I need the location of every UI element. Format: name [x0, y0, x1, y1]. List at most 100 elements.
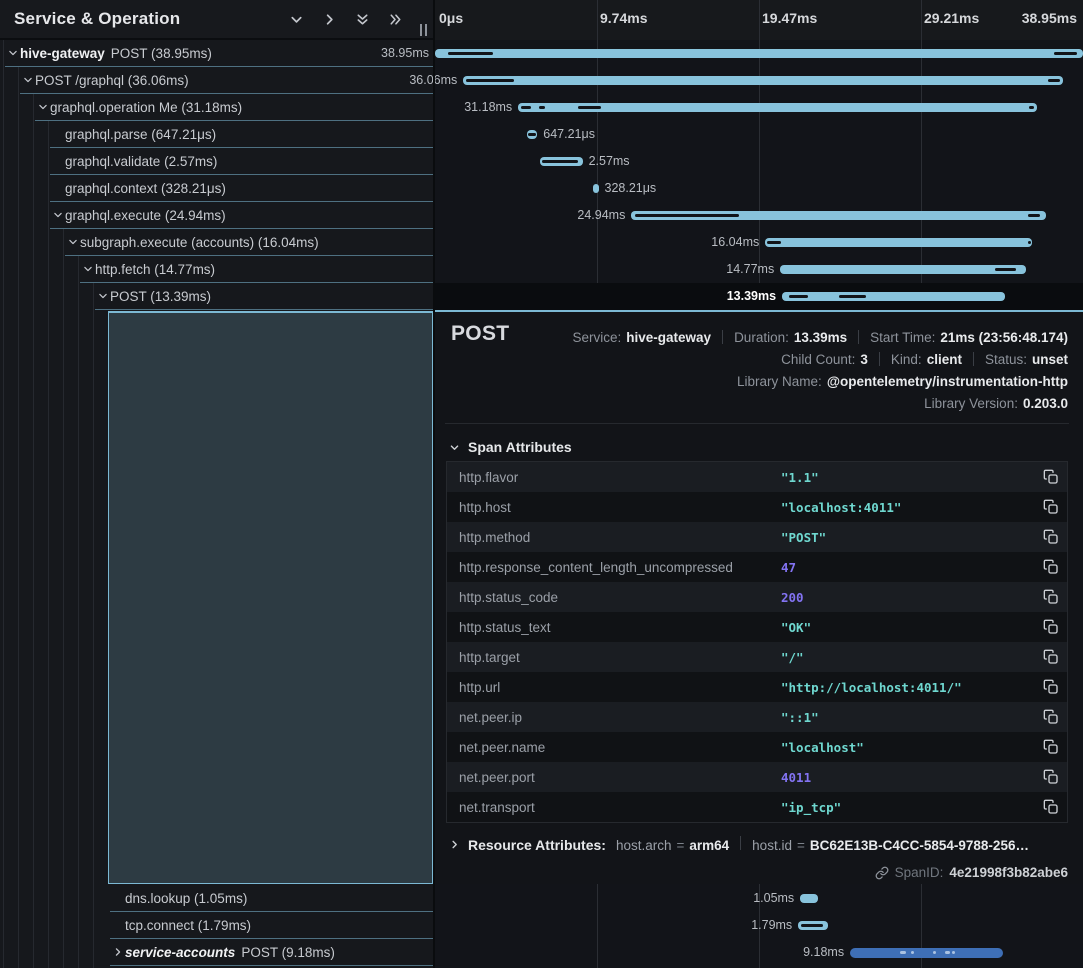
chevron-down-icon[interactable]: [20, 75, 35, 85]
chevron-down-icon[interactable]: [80, 264, 95, 274]
expand-one-icon[interactable]: [321, 11, 337, 27]
tree-row-post[interactable]: hive-gateway POST (38.95ms): [0, 40, 433, 67]
copy-icon[interactable]: [1043, 589, 1059, 605]
chevron-down-icon[interactable]: [65, 237, 80, 247]
tree-row-post-graphql[interactable]: POST /graphql (36.06ms): [0, 67, 433, 94]
span-bar[interactable]: [850, 948, 1003, 958]
tree-row-dns-lookup[interactable]: dns.lookup (1.05ms): [0, 885, 433, 912]
chevron-down-icon[interactable]: [35, 102, 50, 112]
resource-value: BC62E13B-C4CC-5854-9788-256…: [810, 838, 1029, 853]
attribute-row: http.flavor"1.1": [447, 462, 1067, 492]
expand-all-icon[interactable]: [387, 11, 403, 27]
operation-name: POST (38.95ms): [111, 46, 212, 61]
service-name: hive-gateway: [20, 46, 105, 61]
copy-icon[interactable]: [1043, 739, 1059, 755]
span-duration-label: 1.05ms: [753, 891, 794, 905]
tree-row-post[interactable]: POST (13.39ms): [0, 283, 433, 310]
copy-icon[interactable]: [1043, 499, 1059, 515]
meta-label: Duration:: [734, 330, 789, 345]
meta-value: 21ms (23:56:48.174): [940, 330, 1068, 345]
operation-name: graphql.execute (24.94ms): [65, 208, 226, 223]
span-bar[interactable]: [518, 103, 1037, 112]
attribute-row: net.peer.name"localhost": [447, 732, 1067, 762]
attribute-value: "POST": [781, 530, 826, 545]
chevron-down-icon[interactable]: [5, 48, 20, 58]
span-duration-label: 24.94ms: [577, 208, 625, 222]
span-detail-meta: Service:hive-gatewayDuration:13.39msStar…: [572, 326, 1068, 414]
span-bar[interactable]: [540, 157, 583, 166]
chevron-down-icon[interactable]: [50, 210, 65, 220]
copy-icon[interactable]: [1043, 709, 1059, 725]
collapse-one-icon[interactable]: [288, 11, 304, 27]
resource-key: host.arch: [616, 838, 672, 853]
tree-row-graphql-execute[interactable]: graphql.execute (24.94ms): [0, 202, 433, 229]
attribute-key: http.target: [447, 650, 781, 665]
copy-icon[interactable]: [1043, 679, 1059, 695]
copy-icon[interactable]: [1043, 769, 1059, 785]
span-bar[interactable]: [463, 76, 1063, 85]
span-duration-label: 9.18ms: [803, 945, 844, 959]
span-bar[interactable]: [782, 292, 1005, 301]
resource-attributes-row[interactable]: Resource Attributes: host.arch=arm64host…: [449, 836, 1029, 853]
detail-meta-line: Service:hive-gatewayDuration:13.39msStar…: [572, 326, 1068, 348]
copy-icon[interactable]: [1043, 799, 1059, 815]
copy-icon[interactable]: [1043, 529, 1059, 545]
resource-attributes-pairs: host.arch=arm64host.id=BC62E13B-C4CC-585…: [616, 836, 1029, 853]
copy-icon[interactable]: [1043, 469, 1059, 485]
span-bar[interactable]: [435, 49, 1083, 58]
span-bar[interactable]: [780, 265, 1026, 274]
service-operation-panel: hive-gateway POST (38.95ms) POST /graphql …: [0, 0, 433, 968]
meta-value: @opentelemetry/instrumentation-http: [827, 374, 1068, 389]
tree-row-graphql-parse[interactable]: graphql.parse (647.21μs): [0, 121, 433, 148]
resource-attributes-title: Resource Attributes:: [468, 837, 606, 853]
tree-row-post[interactable]: service-accountsPOST (9.18ms): [0, 939, 433, 966]
tree-row-graphql-operation-me[interactable]: graphql.operation Me (31.18ms): [0, 94, 433, 121]
copy-icon[interactable]: [1043, 559, 1059, 575]
ruler-tick: 9.74ms: [600, 10, 647, 26]
tree-row-subgraph-execute-accounts-[interactable]: subgraph.execute (accounts) (16.04ms): [0, 229, 433, 256]
timeline-row: 647.21μs: [435, 121, 1083, 148]
span-bar[interactable]: [527, 130, 538, 139]
copy-icon[interactable]: [1043, 649, 1059, 665]
meta-value: 0.203.0: [1023, 396, 1068, 411]
span-bar[interactable]: [593, 184, 598, 193]
ruler-tick: 29.21ms: [924, 10, 979, 26]
link-icon[interactable]: [875, 866, 889, 880]
operation-name: POST (9.18ms): [241, 945, 335, 960]
span-bar[interactable]: [800, 894, 817, 903]
chevron-down-icon[interactable]: [95, 291, 110, 301]
copy-icon[interactable]: [1043, 619, 1059, 635]
tree-row-http-fetch[interactable]: http.fetch (14.77ms): [0, 256, 433, 283]
meta-value: 3: [860, 352, 868, 367]
span-attributes-header[interactable]: Span Attributes: [449, 439, 572, 455]
panel-resize-handle[interactable]: [420, 24, 429, 36]
span-bar-mark: [839, 295, 866, 298]
meta-label: Start Time:: [870, 330, 935, 345]
meta-label: Child Count:: [781, 352, 855, 367]
span-detail-title: POST: [451, 322, 509, 346]
tree-row-content: POST (13.39ms): [95, 283, 433, 310]
timeline-row: 328.21μs: [435, 175, 1083, 202]
span-bar[interactable]: [631, 211, 1046, 220]
tree-row-graphql-context[interactable]: graphql.context (328.21μs): [0, 175, 433, 202]
collapse-all-icon[interactable]: [354, 11, 370, 27]
chevron-right-icon: [449, 839, 460, 850]
span-bar-mark: [466, 79, 514, 82]
span-id-row: SpanID: 4e21998f3b82abe6: [875, 865, 1068, 880]
span-bar-mark: [635, 214, 739, 217]
tree-row-content: graphql.execute (24.94ms): [50, 202, 433, 229]
span-bar-mark: [1054, 52, 1077, 55]
span-bar-mark: [945, 951, 950, 954]
chevron-right-icon[interactable]: [110, 947, 125, 957]
tree-row-tcp-connect[interactable]: tcp.connect (1.79ms): [0, 912, 433, 939]
span-bar[interactable]: [765, 238, 1032, 247]
span-bar-mark: [542, 160, 578, 163]
attribute-row: http.target"/": [447, 642, 1067, 672]
timeline-row: 1.79ms: [435, 912, 1083, 939]
attribute-row: net.peer.port4011: [447, 762, 1067, 792]
span-bar[interactable]: [798, 921, 828, 930]
span-bar-mark: [801, 924, 823, 927]
meta-value: hive-gateway: [626, 330, 711, 345]
tree-row-graphql-validate[interactable]: graphql.validate (2.57ms): [0, 148, 433, 175]
attribute-value: "ip_tcp": [781, 800, 841, 815]
